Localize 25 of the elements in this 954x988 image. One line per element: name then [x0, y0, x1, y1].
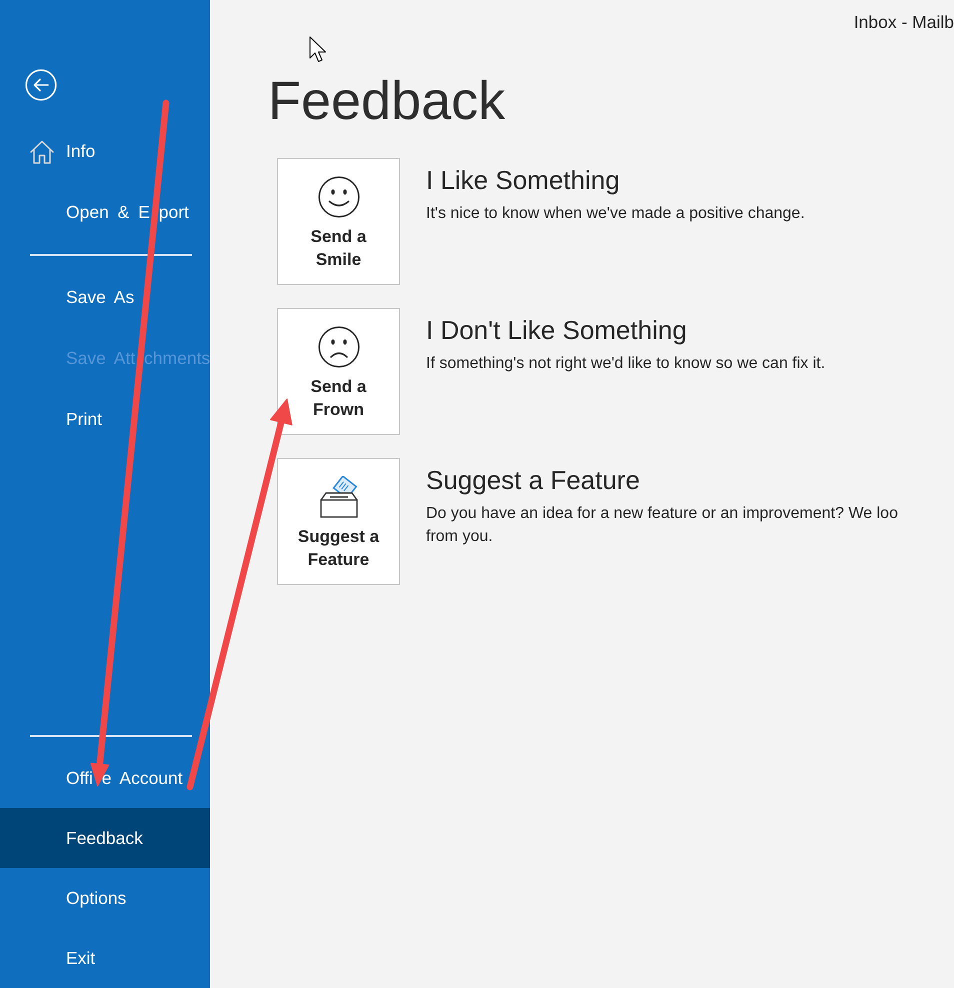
sidebar-item[interactable]: Save As — [0, 267, 210, 328]
home-icon — [29, 138, 55, 164]
sidebar-item[interactable]: Print — [0, 389, 210, 450]
sidebar-item[interactable]: Info — [0, 121, 210, 182]
option-description: If something's not right we'd like to know so we can fix it. — [426, 354, 826, 374]
option-title: Suggest a Feature — [426, 464, 641, 496]
feedback-option-button[interactable]: Send a Smile — [277, 158, 400, 285]
sidebar-item[interactable]: Offi e Account — [0, 748, 210, 808]
window-title: Inbox - Mailb — [854, 11, 954, 34]
option-description: It's nice to know when we've made a positive change. — [426, 204, 805, 224]
sidebar-item[interactable]: Open & E port — [0, 182, 210, 243]
back-button[interactable] — [25, 69, 57, 101]
mouse-pointer-icon — [309, 36, 327, 63]
option-description: Do you have an idea for a new feature or an improvement? We loo from you. — [426, 504, 898, 547]
smiley-face-icon — [318, 176, 360, 218]
feedback-option-button[interactable]: Send a Frown — [277, 308, 400, 435]
feedback-option-button[interactable]: Suggest a Feature — [277, 458, 400, 585]
sidebar-item[interactable]: Feedback — [0, 808, 210, 868]
option-title: I Don't Like Something — [426, 314, 688, 346]
sidebar-item[interactable]: Options — [0, 868, 210, 928]
sidebar-item[interactable]: Exit — [0, 928, 210, 988]
frowning-face-icon — [318, 326, 360, 368]
option-title: I Like Something — [426, 164, 621, 196]
page-heading: Feedback — [268, 70, 506, 132]
ballot-box-icon — [318, 476, 360, 518]
